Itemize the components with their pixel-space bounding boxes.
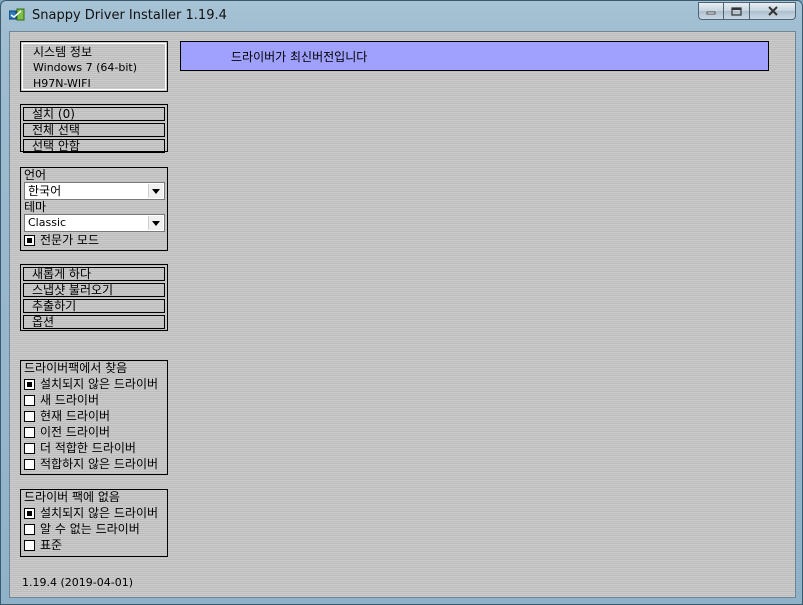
language-select[interactable]: 한국어 (24, 182, 165, 200)
filter-checkbox[interactable]: 적합하지 않은 드라이버 (24, 457, 158, 472)
language-label: 언어 (24, 168, 47, 182)
version-label: 1.19.4 (2019-04-01) (22, 576, 133, 589)
window-controls (698, 2, 796, 22)
minimize-icon (706, 11, 716, 15)
settings-panel: 언어 한국어 테마 Classic 전문가 모드 (20, 167, 168, 251)
notfound-filter-title: 드라이버 팩에 없음 (24, 490, 120, 504)
filter-label: 표준 (40, 538, 63, 552)
select-none-button[interactable]: 선택 안함 (23, 139, 165, 153)
theme-label: 테마 (24, 200, 47, 214)
filter-checkbox[interactable]: 알 수 없는 드라이버 (24, 522, 140, 537)
filter-label: 현재 드라이버 (40, 409, 111, 423)
checkbox-checked-icon[interactable] (24, 235, 35, 246)
load-snapshot-button[interactable]: 스냅샷 불러오기 (23, 283, 165, 297)
checkbox-checked-icon[interactable] (24, 379, 35, 390)
filter-label: 적합하지 않은 드라이버 (40, 457, 159, 471)
close-button[interactable] (750, 2, 796, 20)
checkbox-empty-icon[interactable] (24, 411, 35, 422)
system-info-panel[interactable]: 시스템 정보 Windows 7 (64-bit) H97N-WIFI (20, 41, 168, 92)
app-window: Snappy Driver Installer 1.19.4 시스템 정보 Wi… (0, 0, 803, 605)
checkbox-empty-icon[interactable] (24, 443, 35, 454)
checkbox-checked-icon[interactable] (24, 508, 35, 519)
filter-checkbox[interactable]: 표준 (24, 538, 62, 553)
install-button[interactable]: 설치 (0) (23, 107, 165, 121)
filter-checkbox[interactable]: 새 드라이버 (24, 393, 99, 408)
window-title: Snappy Driver Installer 1.19.4 (32, 8, 227, 23)
client-area: 시스템 정보 Windows 7 (64-bit) H97N-WIFI 설치 (… (9, 31, 796, 598)
filter-label: 더 적합한 드라이버 (40, 441, 136, 455)
expert-mode-label: 전문가 모드 (40, 233, 100, 247)
install-actions-panel: 설치 (0) 전체 선택 선택 안함 (20, 104, 168, 153)
motherboard-name: H97N-WIFI (33, 77, 91, 90)
maximize-icon (731, 6, 742, 16)
theme-select[interactable]: Classic (24, 214, 165, 232)
filter-label: 설치되지 않은 드라이버 (40, 506, 159, 520)
language-value: 한국어 (28, 184, 62, 198)
checkbox-empty-icon[interactable] (24, 540, 35, 551)
status-message: 드라이버가 최신버전입니다 (231, 50, 368, 64)
filter-checkbox[interactable]: 현재 드라이버 (24, 409, 110, 424)
options-button[interactable]: 옵션 (23, 315, 165, 329)
checkbox-empty-icon[interactable] (24, 459, 35, 470)
expert-mode-checkbox[interactable]: 전문가 모드 (24, 233, 99, 248)
found-filter-title: 드라이버팩에서 찾음 (24, 361, 128, 375)
notfound-filter-panel: 드라이버 팩에 없음 설치되지 않은 드라이버알 수 없는 드라이버표준 (20, 489, 168, 557)
maximize-button[interactable] (724, 2, 750, 20)
status-message-bar: 드라이버가 최신버전입니다 (180, 41, 769, 71)
filter-label: 새 드라이버 (40, 393, 100, 407)
system-info-title: 시스템 정보 (33, 45, 93, 59)
select-all-button[interactable]: 전체 선택 (23, 123, 165, 137)
theme-value: Classic (28, 216, 67, 229)
title-bar[interactable]: Snappy Driver Installer 1.19.4 (1, 1, 802, 31)
extract-button[interactable]: 추출하기 (23, 299, 165, 313)
filter-label: 설치되지 않은 드라이버 (40, 377, 159, 391)
refresh-button[interactable]: 새롭게 하다 (23, 267, 165, 281)
checkbox-empty-icon[interactable] (24, 427, 35, 438)
close-icon (767, 6, 778, 16)
os-version: Windows 7 (64-bit) (33, 61, 137, 74)
minimize-button[interactable] (698, 2, 724, 20)
checkbox-empty-icon[interactable] (24, 524, 35, 535)
sdi-app-icon (9, 8, 25, 21)
filter-checkbox[interactable]: 이전 드라이버 (24, 425, 110, 440)
found-filter-panel: 드라이버팩에서 찾음 설치되지 않은 드라이버새 드라이버현재 드라이버이전 드… (20, 360, 168, 475)
filter-label: 이전 드라이버 (40, 425, 111, 439)
tools-panel: 새롭게 하다 스냅샷 불러오기 추출하기 옵션 (20, 264, 168, 331)
dropdown-arrow-icon[interactable] (148, 216, 163, 230)
filter-checkbox[interactable]: 설치되지 않은 드라이버 (24, 377, 158, 392)
dropdown-arrow-icon[interactable] (148, 184, 163, 198)
filter-checkbox[interactable]: 설치되지 않은 드라이버 (24, 506, 158, 521)
filter-checkbox[interactable]: 더 적합한 드라이버 (24, 441, 136, 456)
checkbox-empty-icon[interactable] (24, 395, 35, 406)
filter-label: 알 수 없는 드라이버 (40, 522, 140, 536)
